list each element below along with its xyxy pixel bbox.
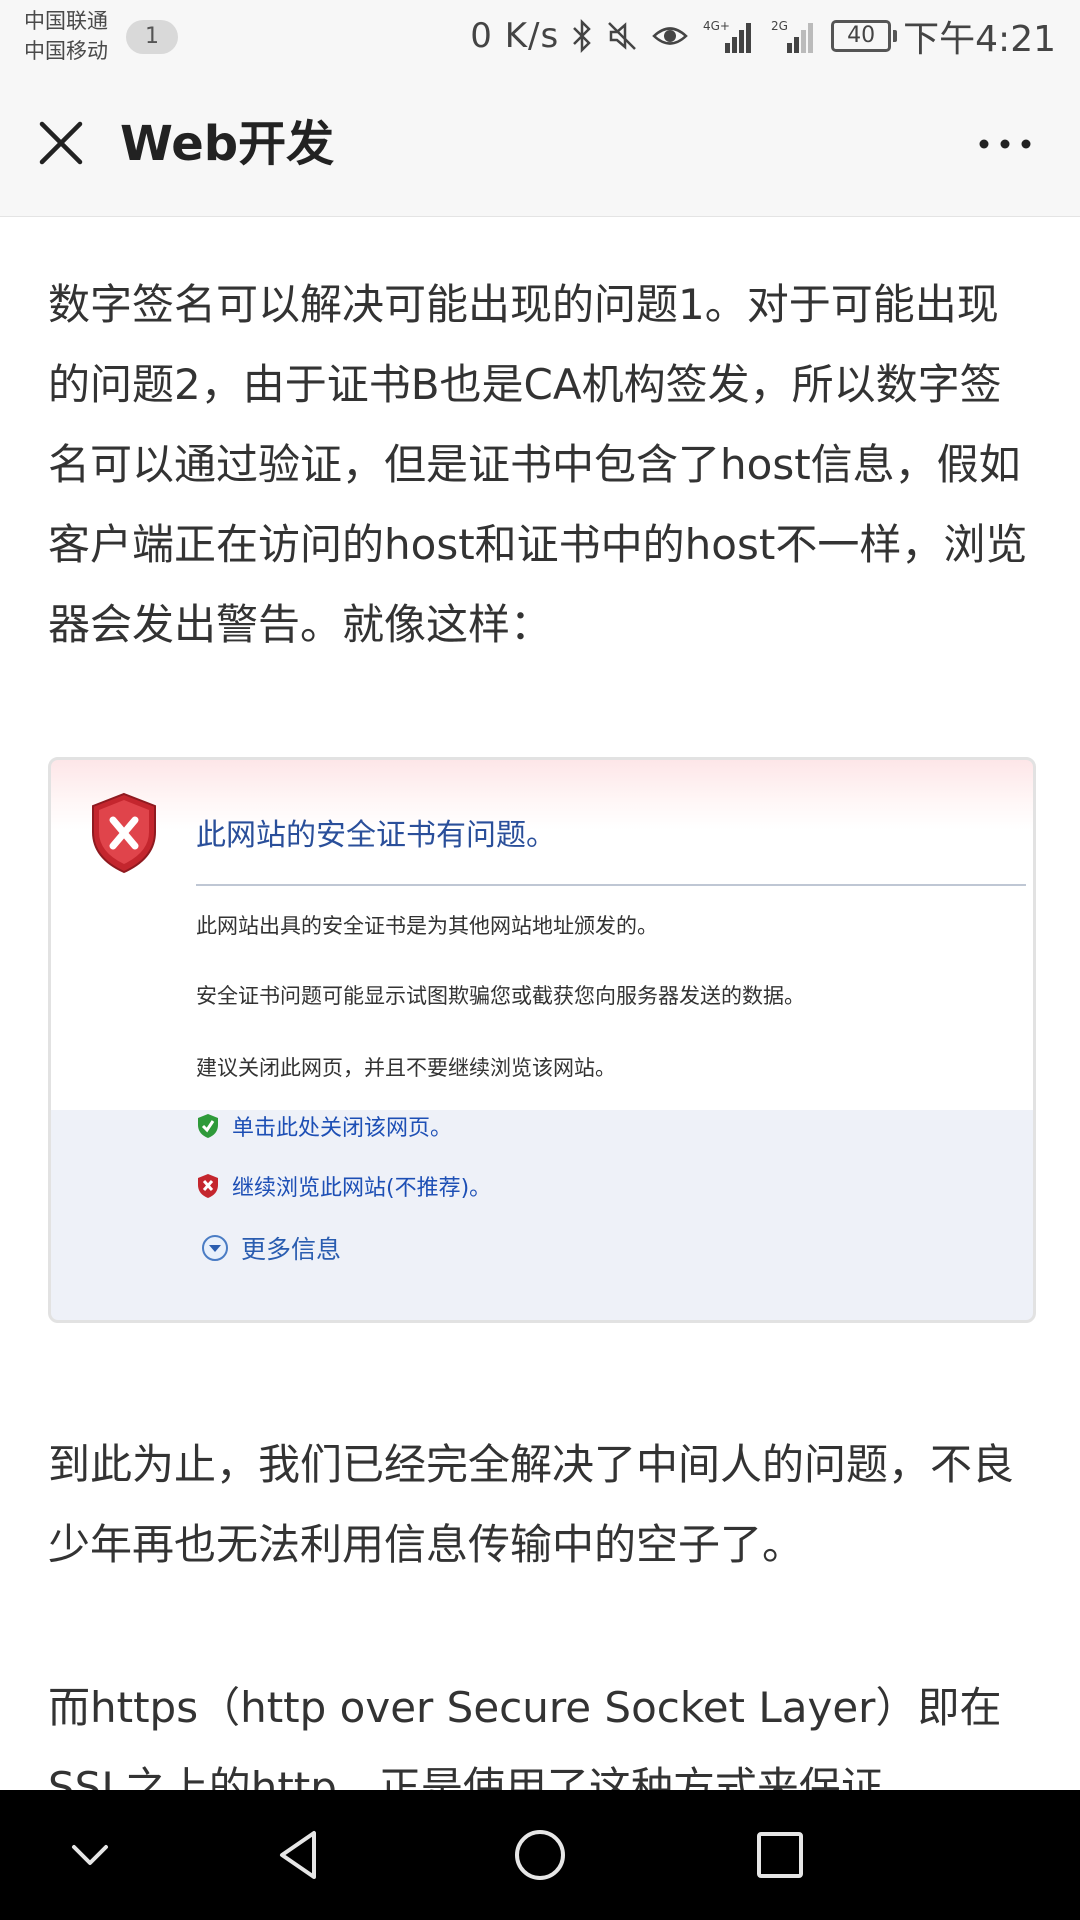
mute-icon: [608, 22, 637, 50]
red-shield-icon: [198, 1174, 218, 1198]
eye-icon: [652, 27, 688, 45]
net-speed: 0 K/s: [470, 16, 560, 56]
system-navigation-bar: [0, 1790, 1080, 1920]
article-paragraph-3: 而https（http over Secure Socket Layer）即在S…: [48, 1683, 1002, 1790]
article-paragraph-1: 数字签名可以解决可能出现的问题1。对于可能出现的问题2，由于证书B也是CA机构签…: [48, 280, 1028, 649]
continue-site-link-text: 继续浏览此网站(不推荐)。: [232, 1176, 492, 1201]
certificate-warning-image: 此网站的安全证书有问题。 此网站出具的安全证书是为其他网站地址颁发的。 安全证书…: [48, 757, 1036, 1323]
home-icon: [515, 1830, 565, 1880]
signal-1-label: 4G+: [703, 19, 730, 33]
signal-2g-icon: 2G: [771, 19, 814, 53]
error-shield-icon: [92, 792, 156, 874]
page-title: Web开发: [120, 116, 335, 172]
status-bar: 中国联通 中国移动 1 0 K/s 4G+ 2G 40 下午4:21: [0, 0, 1080, 72]
back-button[interactable]: [270, 1825, 330, 1885]
signal-2-label: 2G: [771, 19, 788, 33]
close-page-link-text: 单击此处关闭该网页。: [232, 1116, 453, 1141]
more-button[interactable]: [970, 124, 1040, 164]
recents-icon: [757, 1832, 803, 1878]
certificate-warning-line-3: 建议关闭此网页，并且不要继续浏览该网站。: [196, 1056, 616, 1080]
article-paragraph-2: 到此为止，我们已经完全解决了中间人的问题，不良少年再也无法利用信息传输中的空子了…: [48, 1440, 1015, 1569]
certificate-warning-line-1: 此网站出具的安全证书是为其他网站地址颁发的。: [196, 914, 658, 938]
top-nav-bar: Web开发: [0, 72, 1080, 217]
collapse-nav-button[interactable]: [60, 1825, 120, 1885]
status-indicators: 0 K/s 4G+ 2G 40 下午4:21: [470, 14, 1056, 60]
notification-badge: 1: [126, 20, 178, 54]
certificate-warning-heading: 此网站的安全证书有问题。: [196, 818, 556, 853]
continue-site-link: 继续浏览此网站(不推荐)。: [196, 1170, 491, 1202]
carrier-2: 中国移动: [24, 39, 108, 63]
close-icon: [39, 121, 83, 165]
more-info-link-text: 更多信息: [241, 1235, 342, 1264]
clock: 下午4:21: [903, 19, 1056, 60]
article-body: 数字签名可以解决可能出现的问题1。对于可能出现的问题2，由于证书B也是CA机构签…: [48, 265, 1038, 675]
bluetooth-icon: [573, 18, 591, 54]
green-shield-icon: [198, 1114, 218, 1138]
chevron-down-icon: [72, 1845, 108, 1865]
more-icon: [979, 139, 1031, 149]
certificate-warning-line-2: 安全证书问题可能显示试图欺骗您或截获您向服务器发送的数据。: [196, 984, 805, 1008]
divider: [196, 884, 1026, 886]
close-page-link: 单击此处关闭该网页。: [196, 1110, 452, 1142]
home-button[interactable]: [510, 1825, 570, 1885]
close-button[interactable]: [30, 112, 92, 174]
signal-4g-icon: 4G+: [703, 19, 752, 53]
carrier-info: 中国联通 中国移动: [24, 6, 108, 66]
expand-circle-icon: [202, 1235, 228, 1261]
more-info-link: 更多信息: [201, 1230, 341, 1266]
back-icon: [280, 1831, 316, 1879]
battery-indicator: 40: [831, 20, 898, 52]
recents-button[interactable]: [750, 1825, 810, 1885]
carrier-1: 中国联通: [24, 9, 108, 33]
